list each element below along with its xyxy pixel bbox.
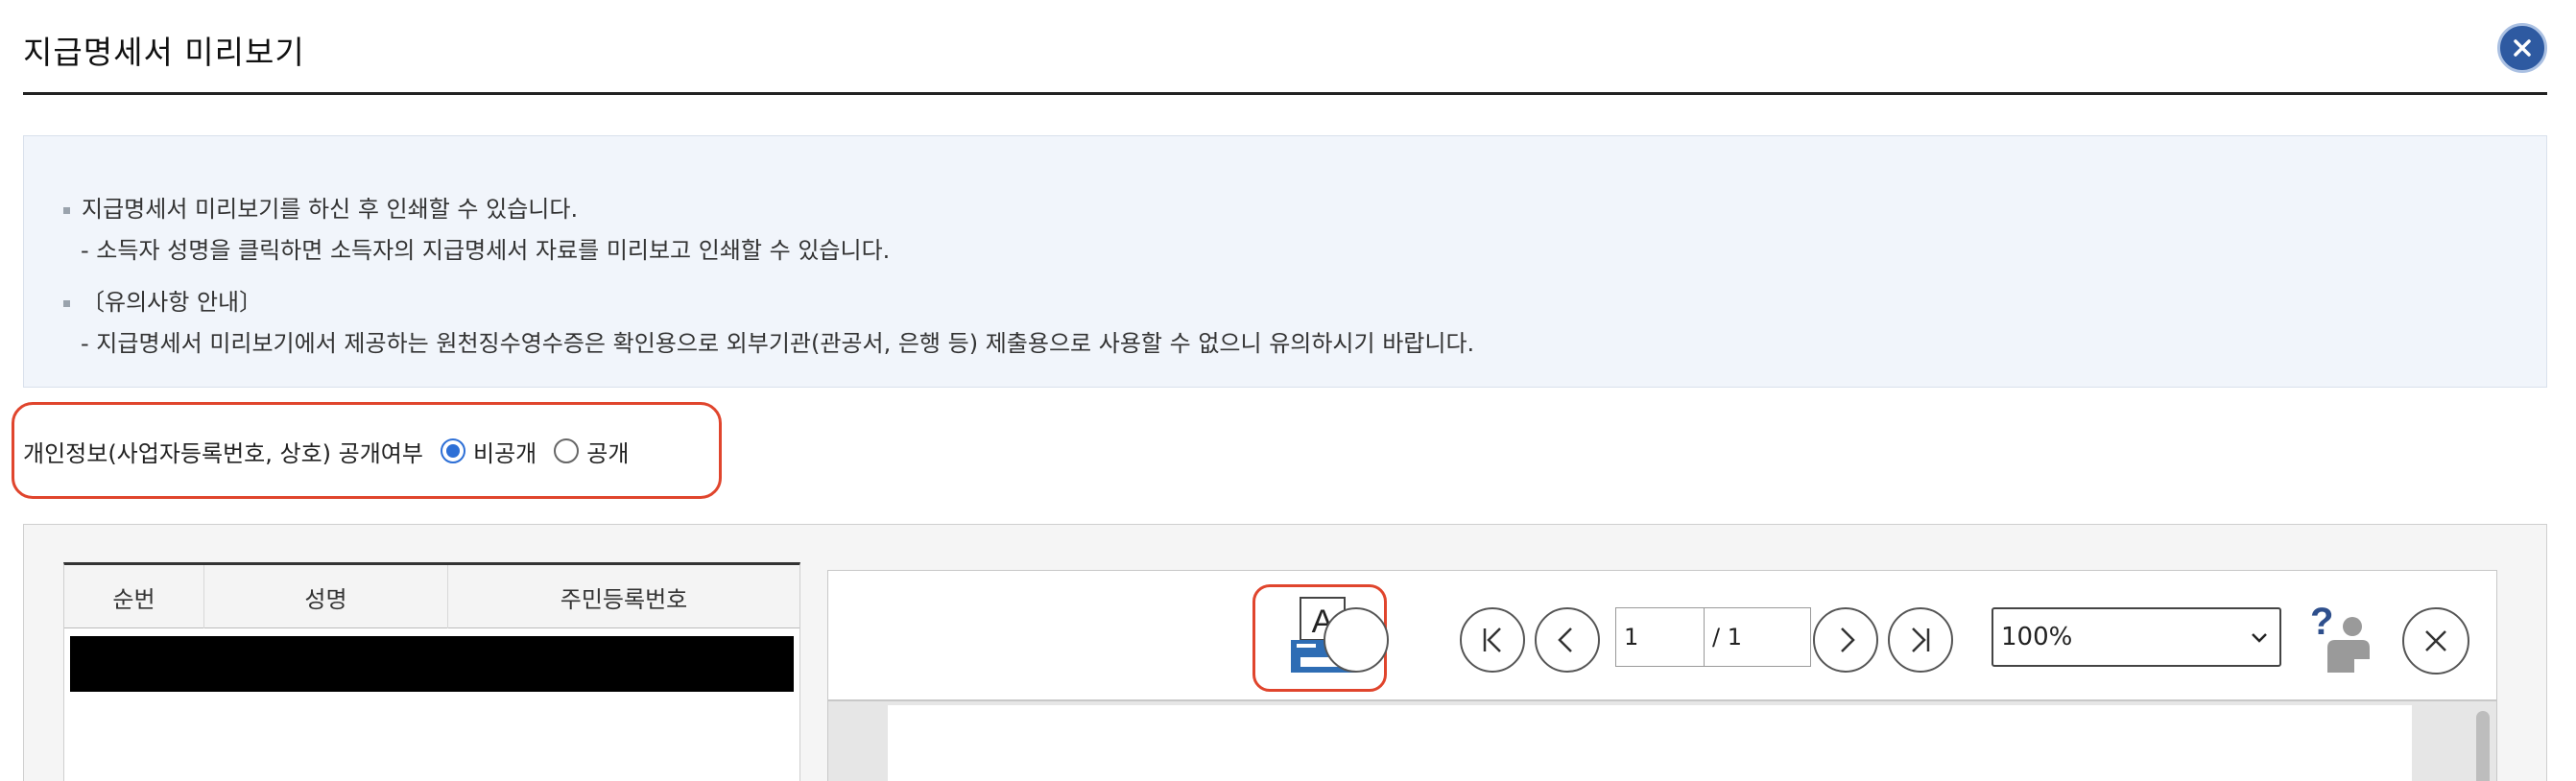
report-viewer: A 1 / 1 100% ? xyxy=(827,570,2497,781)
last-page-button[interactable] xyxy=(1888,607,1953,673)
bullet-icon xyxy=(63,299,70,307)
svg-text:?: ? xyxy=(2310,602,2333,643)
page-title: 지급명세서 미리보기 xyxy=(23,34,305,71)
document-area xyxy=(828,701,2496,781)
chevron-down-icon xyxy=(2252,633,2267,643)
col-header-rrn: 주민등록번호 xyxy=(560,585,688,613)
info-line-1: 지급명세서 미리보기를 하신 후 인쇄할 수 있습니다. xyxy=(63,190,578,224)
radio-private-label[interactable]: 비공개 xyxy=(473,435,537,468)
zoom-value: 100% xyxy=(2001,623,2073,651)
close-icon xyxy=(2514,39,2531,57)
earner-table: 순번 성명 주민등록번호 xyxy=(63,562,800,781)
next-page-icon xyxy=(1841,627,1855,652)
info-line-3: 〔유의사항 안내〕 xyxy=(63,283,262,317)
document-page xyxy=(888,705,2412,781)
close-dialog-button[interactable] xyxy=(2497,23,2547,73)
zoom-select[interactable]: 100% xyxy=(1992,607,2281,667)
col-header-seq: 순번 xyxy=(64,565,204,628)
page-number-input[interactable]: 1 xyxy=(1615,607,1705,667)
prev-page-button[interactable] xyxy=(1535,607,1600,673)
next-page-button[interactable] xyxy=(1813,607,1878,673)
info-line-2: - 소득자 성명을 클릭하면 소득자의 지급명세서 자료를 미리보고 인쇄할 수… xyxy=(81,237,891,264)
prev-page-icon xyxy=(1558,627,1572,652)
info-line-4: - 지급명세서 미리보기에서 제공하는 원천징수영수증은 확인용으로 외부기관(… xyxy=(81,330,1475,357)
first-page-icon xyxy=(1483,627,1501,652)
help-icon: ? xyxy=(2310,601,2370,673)
viewer-close-button[interactable] xyxy=(2402,607,2469,674)
radio-public-label[interactable]: 공개 xyxy=(586,435,629,468)
viewer-toolbar: A 1 / 1 100% ? xyxy=(828,571,2496,701)
radio-private[interactable] xyxy=(440,438,465,463)
close-icon xyxy=(2425,630,2446,651)
bullet-icon xyxy=(63,206,70,214)
col-header-name: 성명 xyxy=(204,565,448,628)
vertical-scrollbar[interactable] xyxy=(2476,711,2490,781)
last-page-icon xyxy=(1912,627,1930,652)
first-page-button[interactable] xyxy=(1324,607,1389,673)
radio-public[interactable] xyxy=(554,438,580,463)
first-page-button[interactable] xyxy=(1460,607,1525,673)
table-row[interactable] xyxy=(70,636,794,692)
privacy-label: 개인정보(사업자등록번호, 상호) 공개여부 xyxy=(23,439,423,467)
privacy-option-group: 개인정보(사업자등록번호, 상호) 공개여부 비공개 공개 xyxy=(23,435,629,467)
table-header: 순번 성명 주민등록번호 xyxy=(64,565,799,628)
page-total: / 1 xyxy=(1704,607,1811,667)
help-button[interactable]: ? xyxy=(2306,601,2373,674)
title-divider xyxy=(23,92,2547,95)
